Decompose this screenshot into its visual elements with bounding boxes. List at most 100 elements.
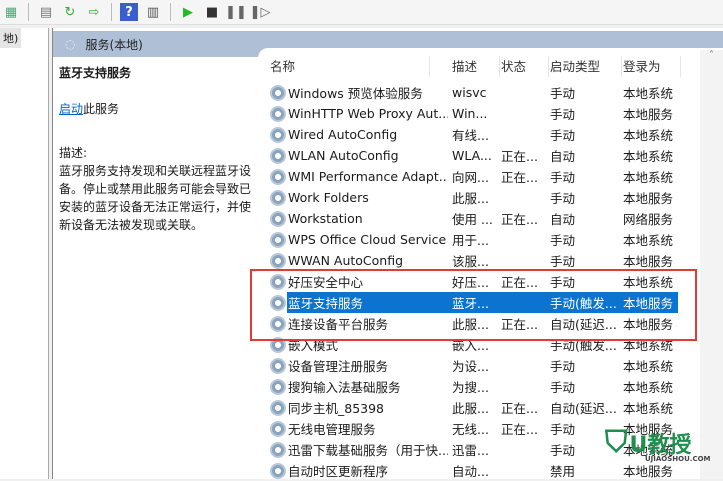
cell-logon: 本地系统 [623,359,674,374]
cell-description: 使用 ... [452,212,493,227]
divider [170,3,171,21]
cell-startup-type: 自动 [550,149,576,164]
start-service-suffix: 此服务 [83,102,120,116]
start-icon[interactable]: ▶ [179,3,197,21]
cell-logon: 网络服务 [623,212,674,227]
cell-status: 正在... [501,401,538,416]
watermark-logo: ⛉ U教授 UJIAOSHOU.COM [605,425,711,463]
console-view-icon[interactable]: ▥ [144,3,162,21]
cell-logon: 本地系统 [623,170,674,185]
cell-description: 此服... [452,401,489,416]
cell-logon: 本地服务 [623,191,674,206]
cell-logon: 本地系统 [623,401,674,416]
service-row[interactable]: WLAN AutoConfig WLA... 正在... 自动 本地系统 [258,145,678,166]
toolbar: ▦ ▤ ↻ ⇨ ? ▥ ▶ ■ ❚❚ ❚▷ [0,0,723,25]
cell-name: WinHTTP Web Proxy Aut... [288,106,448,121]
gear-icon [270,378,286,395]
cell-description: Win... [452,106,488,121]
service-row[interactable]: WPS Office Cloud Service 用于... 手动 本地系统 [258,229,678,250]
cell-startup-type: 手动 [550,233,576,248]
cell-name: 设备管理注册服务 [288,359,389,374]
service-row[interactable]: 同步主机_85398 此服... 正在... 自动(延迟... 本地系统 [258,397,678,418]
divider [28,3,29,21]
column-header-logon[interactable]: 登录为 [623,56,681,77]
gear-icon [270,357,286,374]
gear-icon [270,399,286,416]
start-service-link[interactable]: 启动 [59,102,83,116]
divider [111,3,112,21]
cell-name: Wired AutoConfig [288,127,398,142]
cell-status: 正在... [501,212,538,227]
gear-icon [270,147,286,164]
cell-startup-type: 手动 [550,86,576,101]
cell-logon: 本地系统 [623,149,674,164]
cell-startup-type: 手动 [550,170,576,185]
column-header-description[interactable]: 描述 [452,56,500,77]
cell-logon: 本地系统 [623,128,674,143]
cell-name: Workstation [288,211,363,226]
tree-item[interactable]: 地) [0,28,22,48]
stop-icon[interactable]: ■ [203,3,221,21]
cell-name: 同步主机_85398 [288,401,385,416]
cell-name: WPS Office Cloud Service [288,232,447,247]
resume-icon[interactable]: ❚▷ [250,3,271,21]
highlight-box [250,269,697,341]
cell-description: 该服... [452,254,489,269]
gear-icon [270,231,286,248]
cell-name: 自动时区更新程序 [288,464,389,479]
panel-title: 服务(本地) [85,37,143,52]
gear-icon [270,210,286,227]
cell-description: wisvc [452,85,487,100]
help-icon[interactable]: ? [120,3,138,21]
service-title: 蓝牙支持服务 [59,66,132,80]
column-header-name[interactable]: 名称 [270,56,430,77]
description-label: 描述: [59,146,88,160]
column-header-startup-type[interactable]: 启动类型 [550,56,622,77]
service-row[interactable]: Workstation 使用 ... 正在... 自动 网络服务 [258,208,678,229]
column-headers: 名称 描述 状态 启动类型 登录为 [258,56,681,77]
cell-startup-type: 手动 [550,128,576,143]
cell-logon: 本地服务 [623,254,674,269]
service-row[interactable]: Work Folders 此服... 手动 本地服务 [258,187,678,208]
service-row[interactable]: WMI Performance Adapt... 向网... 正在... 手动 本地系统 [258,166,678,187]
cell-logon: 本地系统 [623,380,674,395]
cell-name: WWAN AutoConfig [288,253,404,268]
cell-status: 正在... [501,422,538,437]
cell-name: Windows 预览体验服务 [288,86,423,101]
cell-description: 迅雷... [452,443,489,458]
gear-icon [270,126,286,143]
cell-logon: 本地服务 [623,464,674,479]
properties-icon[interactable]: ▤ [37,3,55,21]
service-row[interactable]: 设备管理注册服务 为设... 手动 本地系统 [258,355,678,376]
cell-description: 为搜... [452,380,489,395]
cell-description: WLA... [452,148,492,163]
scrollbar[interactable]: ˄ [700,50,723,479]
pause-icon[interactable]: ❚❚ [225,3,247,21]
service-row[interactable]: 搜狗输入法基础服务 为搜... 手动 本地系统 [258,376,678,397]
service-row[interactable]: WWAN AutoConfig 该服... 手动 本地服务 [258,250,678,271]
gear-icon [270,420,286,437]
gear-icon [270,84,286,101]
view-icon[interactable]: ▦ [2,3,20,21]
cell-name: WLAN AutoConfig [288,148,399,163]
refresh-icon[interactable]: ↻ [61,3,79,21]
export-icon[interactable]: ⇨ [85,3,103,21]
service-row[interactable]: WinHTTP Web Proxy Aut... Win... 手动 本地服务 [258,103,678,124]
cell-startup-type: 自动 [550,212,576,227]
cell-description: 为设... [452,359,489,374]
cell-startup-type: 手动 [550,359,576,374]
column-header-status[interactable]: 状态 [501,56,549,77]
cell-description: 自动... [452,464,489,479]
cell-logon: 本地服务 [623,107,674,122]
description-text: 蓝牙服务支持发现和关联远程蓝牙设备。停止或禁用此服务可能会导致已安装的蓝牙设备无… [59,164,252,232]
cell-description: 向网... [452,170,489,185]
tree-pane: 地) [0,28,49,479]
service-row[interactable]: 自动时区更新程序 自动... 禁用 本地服务 [258,460,678,481]
service-row[interactable]: Windows 预览体验服务 wisvc 手动 本地系统 [258,82,678,103]
service-row[interactable]: Wired AutoConfig 有线... 手动 本地系统 [258,124,678,145]
scroll-up-icon[interactable]: ˄ [700,50,723,61]
cell-description: 用于... [452,233,489,248]
gear-icon [270,189,286,206]
gear-icon [270,168,286,185]
cell-name: WMI Performance Adapt... [288,169,448,184]
